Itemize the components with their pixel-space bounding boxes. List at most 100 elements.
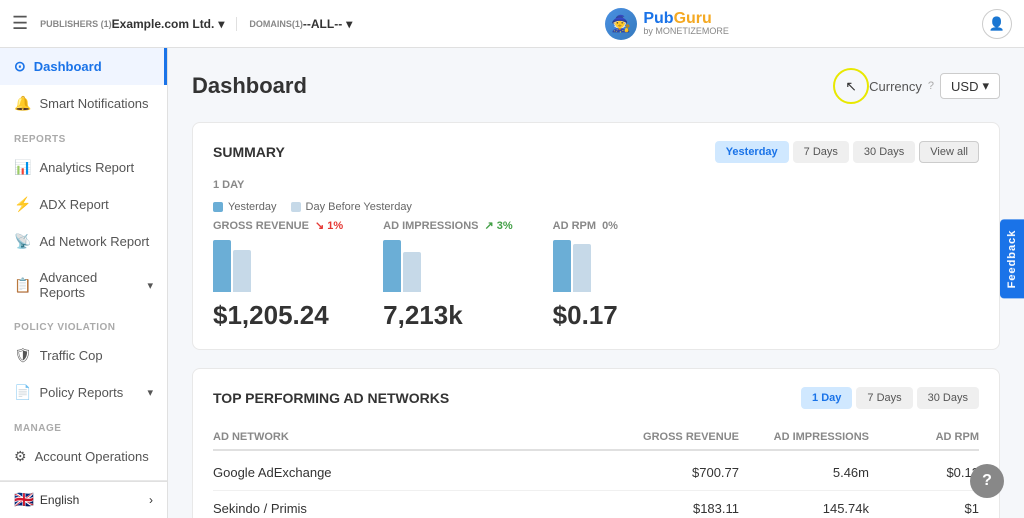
publisher-selector[interactable]: PUBLISHERS (1) Example.com Ltd. ▾	[40, 17, 237, 31]
currency-label: Currency	[869, 79, 922, 94]
chevron-down-icon: ▾	[147, 386, 153, 399]
domain-selector[interactable]: DOMAINS(1) --ALL-- ▾	[249, 17, 352, 31]
sidebar-item-advanced-reports[interactable]: 📋 Advanced Reports ▾	[0, 260, 167, 310]
gross-revenue-value: $1,205.24	[213, 300, 343, 331]
bar-secondary	[573, 244, 591, 292]
logo-sub-text: by MONETIZEMORE	[643, 27, 729, 37]
top-networks-title: TOP PERFORMING AD NETWORKS	[213, 390, 801, 406]
bar-primary	[383, 240, 401, 292]
network-icon: 📡	[14, 233, 31, 250]
summary-time-tabs: Yesterday 7 Days 30 Days View all	[715, 141, 979, 163]
domain-value[interactable]: --ALL-- ▾	[303, 17, 352, 31]
currency-select[interactable]: USD ▾	[940, 73, 1000, 99]
sidebar-item-traffic-cop[interactable]: 🛡 Traffic Cop	[0, 337, 167, 374]
legend-yesterday-label: Yesterday	[228, 201, 277, 213]
tab-yesterday[interactable]: Yesterday	[715, 141, 789, 163]
main-layout: ⊙ Dashboard 🔔 Smart Notifications REPORT…	[0, 48, 1024, 518]
feedback-tab[interactable]: Feedback	[1000, 220, 1024, 299]
tab-30days[interactable]: 30 Days	[853, 141, 915, 163]
legend-day-before-label: Day Before Yesterday	[306, 201, 412, 213]
publisher-value[interactable]: Example.com Ltd. ▾	[112, 17, 225, 31]
hamburger-menu-icon[interactable]: ☰	[12, 13, 28, 34]
sidebar: ⊙ Dashboard 🔔 Smart Notifications REPORT…	[0, 48, 168, 518]
legend-day-before: Day Before Yesterday	[291, 201, 412, 213]
summary-legend: Yesterday Day Before Yesterday	[213, 201, 979, 213]
domain-label: DOMAINS(1)	[249, 19, 303, 29]
ad-rpm-label: AD RPM 0%	[553, 220, 618, 232]
ad-rpm-change: 0%	[602, 220, 618, 232]
gross-revenue-label: Gross Revenue ↘ 1%	[213, 219, 343, 232]
metric-gross-revenue: Gross Revenue ↘ 1% $1,205.24	[213, 219, 343, 331]
flag-icon: 🇬🇧	[14, 490, 34, 510]
currency-help-icon[interactable]: ?	[928, 80, 934, 92]
dashboard-icon: ⊙	[14, 58, 26, 75]
content-header: Dashboard ↖ Currency ? USD ▾	[192, 68, 1000, 104]
tab-7days-network[interactable]: 7 Days	[856, 387, 912, 409]
chevron-right-icon: ›	[149, 493, 153, 507]
sidebar-item-label: Policy Reports	[39, 385, 123, 400]
manage-section-label: MANAGE	[0, 411, 167, 438]
page-title: Dashboard	[192, 73, 817, 99]
main-content: Dashboard ↖ Currency ? USD ▾ SUMMARY Yes…	[168, 48, 1024, 518]
bar-secondary	[403, 252, 421, 292]
ad-rpm-chart	[553, 240, 618, 292]
logo-brand: PubGuru by MONETIZEMORE	[643, 10, 729, 37]
policy-icon: 📄	[14, 384, 31, 401]
sidebar-item-account-operations[interactable]: ⚙ Account Operations	[0, 438, 167, 475]
col-header-revenue: Gross Revenue	[629, 431, 759, 443]
tab-7days[interactable]: 7 Days	[793, 141, 849, 163]
network-name: Sekindo / Primis	[213, 501, 629, 516]
chevron-down-icon: ▾	[147, 279, 153, 292]
sidebar-item-dashboard[interactable]: ⊙ Dashboard	[0, 48, 167, 85]
sidebar-item-label: Analytics Report	[39, 160, 134, 175]
sidebar-item-label: ADX Report	[39, 197, 108, 212]
reports-section-label: REPORTS	[0, 122, 167, 149]
sidebar-item-analytics-report[interactable]: 📊 Analytics Report	[0, 149, 167, 186]
language-label: English	[40, 493, 79, 507]
cursor-indicator: ↖	[833, 68, 869, 104]
col-header-impressions: Ad Impressions	[759, 431, 889, 443]
logo-pub-text: Pub	[643, 10, 673, 27]
legend-dot-yesterday	[213, 202, 223, 212]
tab-1day[interactable]: 1 Day	[801, 387, 852, 409]
network-revenue: $700.77	[629, 465, 759, 480]
shield-icon: 🛡	[14, 347, 32, 364]
policy-section-label: POLICY VIOLATION	[0, 310, 167, 337]
metric-ad-rpm: AD RPM 0% $0.17	[553, 220, 618, 331]
topbar: ☰ PUBLISHERS (1) Example.com Ltd. ▾ DOMA…	[0, 0, 1024, 48]
network-rpm: $1	[889, 501, 979, 516]
table-header: Ad Network Gross Revenue Ad Impressions …	[213, 425, 979, 451]
ad-impressions-label: AD IMPRESSIONS ↗ 3%	[383, 219, 513, 232]
ad-rpm-value: $0.17	[553, 300, 618, 331]
network-impressions: 145.74k	[759, 501, 889, 516]
ad-impressions-chart	[383, 240, 513, 292]
tab-view-all[interactable]: View all	[919, 141, 979, 163]
col-header-network: Ad Network	[213, 431, 629, 443]
sidebar-item-policy-reports[interactable]: 📄 Policy Reports ▾	[0, 374, 167, 411]
tab-30days-network[interactable]: 30 Days	[917, 387, 979, 409]
sidebar-item-label: Ad Network Report	[39, 234, 149, 249]
analytics-icon: 📊	[14, 159, 31, 176]
sidebar-item-label: Smart Notifications	[39, 96, 148, 111]
adx-icon: ⚡	[14, 196, 31, 213]
sidebar-item-ad-network-report[interactable]: 📡 Ad Network Report	[0, 223, 167, 260]
sidebar-item-label: Dashboard	[34, 59, 102, 74]
table-row: Google AdExchange $700.77 5.46m $0.13	[213, 455, 979, 491]
language-selector[interactable]: 🇬🇧 English ›	[0, 481, 167, 518]
network-impressions: 5.46m	[759, 465, 889, 480]
user-avatar-icon[interactable]: 👤	[982, 9, 1012, 39]
ad-impressions-change: ↗ 3%	[485, 219, 513, 232]
summary-card-header: SUMMARY Yesterday 7 Days 30 Days View al…	[213, 141, 979, 163]
logo-area: 🧙 PubGuru by MONETIZEMORE	[352, 8, 982, 40]
help-button[interactable]: ?	[970, 464, 1004, 498]
topbar-right: 👤	[982, 9, 1012, 39]
bar-primary	[213, 240, 231, 292]
network-name: Google AdExchange	[213, 465, 629, 480]
sidebar-item-label: Account Operations	[35, 449, 149, 464]
top-networks-time-tabs: 1 Day 7 Days 30 Days	[801, 387, 979, 409]
sidebar-item-adx-report[interactable]: ⚡ ADX Report	[0, 186, 167, 223]
network-rpm: $0.13	[889, 465, 979, 480]
publisher-label: PUBLISHERS (1)	[40, 19, 112, 29]
metrics-row: Gross Revenue ↘ 1% $1,205.24 AD IMPRESSI…	[213, 219, 979, 331]
sidebar-item-smart-notifications[interactable]: 🔔 Smart Notifications	[0, 85, 167, 122]
